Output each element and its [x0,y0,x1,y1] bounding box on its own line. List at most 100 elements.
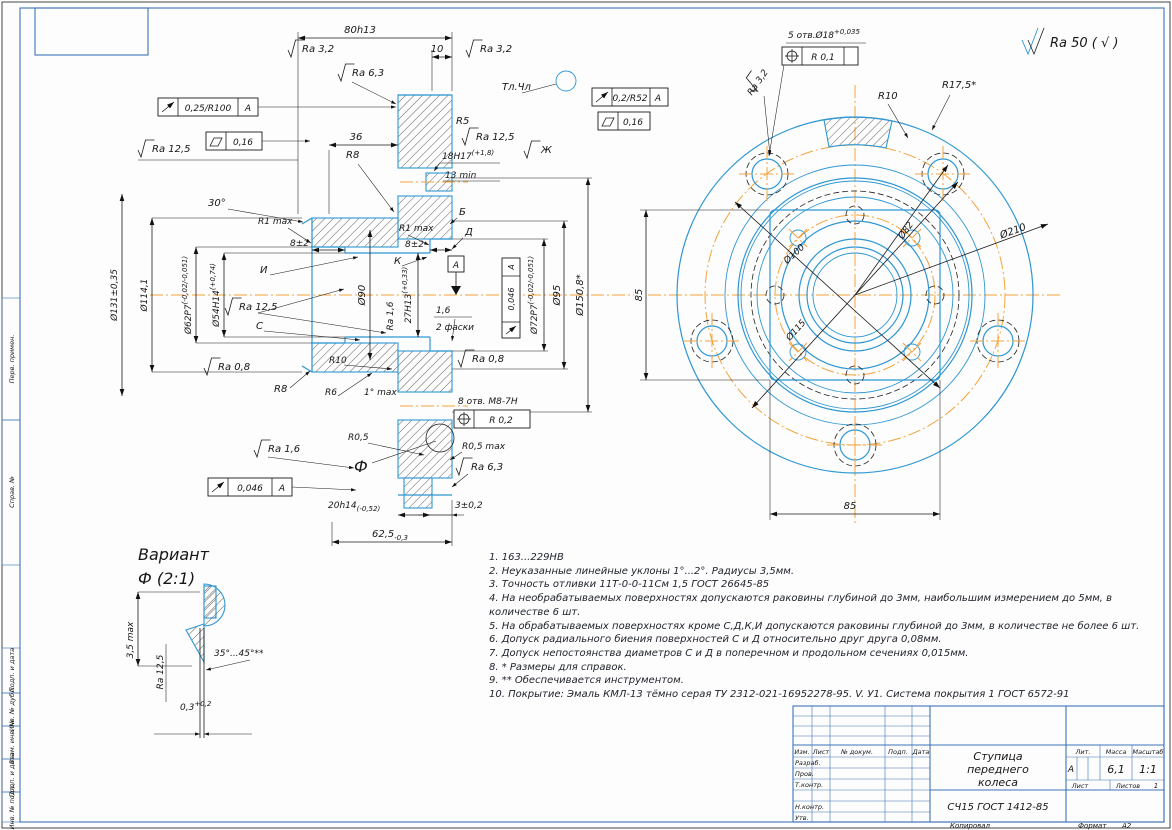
rim-notch-section [823,116,893,149]
svg-text:0,25/R100: 0,25/R100 [185,104,232,114]
dim-10: 10 [431,44,444,55]
tb-sheet-label: Лист [1071,782,1089,790]
label-8-holes-m8: 8 отв. М8-7Н [458,397,518,407]
tb-col-izm: Изм. [794,748,809,756]
technical-notes: 1. 163...229НВ 2. Неуказанные линейные у… [489,551,1157,702]
tb-row-prov: Пров. [795,770,814,778]
variant-title: Вариант [138,545,210,564]
r6: R6 [325,388,337,398]
dim-d82: Ø82 [895,220,916,242]
ra125-variant: Ra 12,5 [156,654,166,689]
letter-b: Б [459,207,466,218]
tb-col-doc: № докум. [840,748,873,756]
tb-col-podp: Подп. [888,748,908,756]
tol-frame-runout-r52: 0,2/R52 А [591,87,669,107]
r05max: R0,5 max [462,442,506,452]
tol-frame-runout-046-vert: 0,046 А [501,257,521,339]
svg-text:А: А [654,94,661,104]
mark-circle [555,70,577,92]
datum-triangle [451,286,461,295]
material: СЧ15 ГОСТ 1412-85 [947,802,1048,813]
corner-stamp-box [34,7,149,56]
tb-scale-header: Масштаб [1133,748,1164,756]
copied-label: Копировал [950,822,991,830]
tol-frame-position-m8: R 0,2 [453,409,531,429]
note-line: 5. На обрабатываемых поверхностях кроме … [489,620,1140,632]
label-tlchl: Тл.Чл [502,82,532,93]
general-roughness-label: Ra 50 ( √ ) [1050,36,1119,51]
note-line: 9. ** Обеспечивается инструментом. [489,675,684,687]
format-value: А2 [1121,822,1132,830]
dim-30deg: 30° [208,198,226,209]
ra32-left: Ra 3,2 [302,44,334,55]
ra08-right: Ra 0,8 [472,354,504,365]
svg-text:0,16: 0,16 [233,138,253,148]
tb-lit-value: А [1067,765,1074,775]
dim-36: 36 [350,132,363,143]
svg-text:А: А [244,104,251,114]
ra63-top: Ra 6,3 [352,68,384,79]
r1max-left: R1 max [258,217,293,227]
dim-8pm2-right: 8±2 [405,240,424,250]
ra16-bottom: Ra 1,6 [268,444,300,455]
tb-mass-value: 6,1 [1107,763,1125,776]
note-line: 8. * Размеры для справок. [489,661,627,673]
rim-lip-section [403,477,433,509]
note-line: 10. Покрытие: Эмаль КМЛ-13 тёмно серая Т… [489,689,1070,701]
svg-text:А: А [452,261,459,271]
svg-text:0,046: 0,046 [237,484,263,494]
ra125-mid: Ra 12,5 [239,302,278,313]
part-name-line2: переднего [967,763,1029,776]
tb-col-data: Дата [912,748,930,756]
r8-bottom: R8 [274,384,287,395]
dim-13min: 13 min [445,171,477,181]
letter-f: Ф [354,457,368,476]
part-name-line1: Ступица [973,750,1022,763]
dim-d100: Ø100 [781,242,807,267]
ra125-left: Ra 12,5 [152,144,191,155]
part-name-line3: колеса [978,776,1018,789]
dim-85-vert: 85 [634,289,645,302]
tol-frame-flat-left: 0,16 [205,131,310,151]
r8-top: R8 [346,150,359,161]
dim-8pm2-left: 8±2 [290,239,309,249]
note-line: 2. Неуказанные линейные уклоны 1°...2°. … [489,565,794,577]
svg-text:0,2/R52: 0,2/R52 [612,94,647,104]
datum-a: А [447,255,465,295]
r10-front: R10 [878,91,898,102]
tb-col-list: Лист [812,748,830,756]
letter-k: К [394,256,402,267]
dim-d131: Ø131±0,35 [109,269,120,322]
note-line: 7. Допуск непостоянства диаметров С и Д … [489,647,969,659]
front-view: Ø210 Ø82 Ø100 Ø115 85 85 5 отв.Ø18+0,035… [634,28,1060,525]
tb-row-tkontr: Т.контр. [795,781,823,789]
stamp-perv-primen: Перв. примен. [8,335,16,384]
tol-frame-flat-top: 0,16 [597,111,651,131]
dim-625: 62,5-0,3 [372,529,408,542]
svg-text:R 0,1: R 0,1 [811,53,834,63]
tb-sheets-value: 1 [1154,782,1158,790]
stamp-inv-podl: Инв. № подл. [8,785,16,830]
letter-i: И [260,265,268,276]
ra08-left: Ra 0,8 [218,362,250,373]
format-label: Формат [1078,822,1107,830]
dim-d1508: Ø150,8* [574,274,586,317]
ra63-bottom: Ra 6,3 [471,462,503,473]
dim-20h14: 20h14(-0,52) [328,501,380,513]
general-roughness-note: Ra 50 ( √ ) [1021,27,1119,56]
dim-angle-3545: 35°...45°** [214,649,264,659]
title-block: Изм. Лист № докум. Подп. Дата Разраб. Пр… [792,705,1165,830]
tol-frame-runout-r100: 0,25/R100 А [157,97,396,117]
r05: R0,5 [348,433,369,443]
stamp-sprav-n: Справ. № [8,476,16,508]
tol-frame-runout-046-bottom: 0,046 А [207,477,357,497]
svg-text:А: А [278,484,285,494]
variant-scale: Ф (2:1) [138,569,195,588]
r1max-right: R1 max [399,224,434,234]
ra16-vert: Ra 1,6 [386,301,396,330]
drawing-sheet: Перв. примен. Справ. № Подп. и дата Инв.… [0,0,1172,830]
tb-lit-header: Лит. [1075,748,1091,756]
note-line: 6. Допуск радиального биения поверхносте… [489,634,942,646]
note-line: 1. 163...229НВ [489,552,564,563]
dim-d114: Ø114,1 [139,279,150,313]
